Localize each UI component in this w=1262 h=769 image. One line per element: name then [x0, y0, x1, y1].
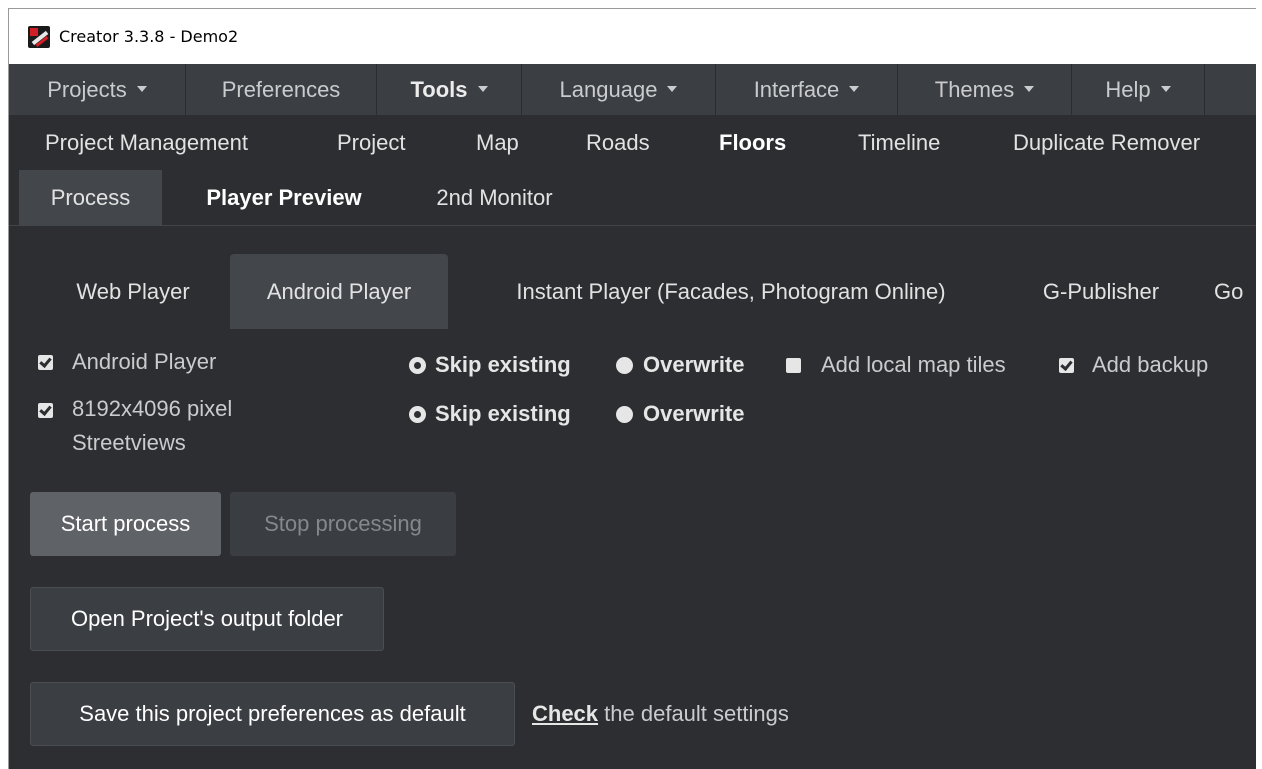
menu-projects-label: Projects [47, 76, 127, 102]
tab-player-preview[interactable]: Player Preview [179, 170, 389, 226]
process-tabs: Process Player Preview 2nd Monitor [9, 170, 1256, 226]
menu-preferences[interactable]: Preferences [186, 64, 377, 115]
streetviews-label-line2: Streetviews [72, 430, 186, 455]
add-backup-checkbox[interactable] [1059, 357, 1074, 373]
overwrite-option-1[interactable]: Overwrite [616, 352, 745, 378]
tab-android-player[interactable]: Android Player [230, 254, 448, 329]
streetviews-option[interactable]: 8192x4096 pixel Streetviews [38, 396, 232, 460]
window-title: Creator 3.3.8 - Demo2 [59, 27, 239, 46]
subnav-project-management[interactable]: Project Management [45, 130, 248, 156]
streetviews-checkbox[interactable] [38, 403, 53, 418]
skip-existing-radio-2[interactable] [409, 405, 426, 423]
player-tabs: Web Player Android Player Instant Player… [9, 254, 1256, 329]
menu-tools[interactable]: Tools [377, 64, 522, 115]
chevron-down-icon [1160, 85, 1171, 92]
stop-processing-button[interactable]: Stop processing [230, 492, 456, 556]
add-local-map-tiles-option[interactable]: Add local map tiles [786, 352, 1006, 378]
streetviews-label-line1: 8192x4096 pixel [72, 396, 233, 421]
chevron-down-icon [1024, 85, 1035, 92]
tab-g-publisher-label: G-Publisher [1042, 278, 1160, 304]
menu-language-label: Language [559, 76, 658, 102]
tab-instant-player-label: Instant Player (Facades, Photogram Onlin… [516, 278, 946, 304]
menu-themes[interactable]: Themes [898, 64, 1072, 115]
android-player-label: Android Player [72, 349, 217, 374]
add-backup-label: Add backup [1092, 352, 1209, 377]
tab-player-preview-label: Player Preview [206, 185, 362, 210]
menu-interface[interactable]: Interface [716, 64, 898, 115]
subnav-timeline[interactable]: Timeline [858, 130, 940, 156]
main-menu-bar: Projects Preferences Tools Language Inte… [9, 64, 1256, 115]
title-bar: Creator 3.3.8 - Demo2 [9, 9, 1256, 64]
start-process-button[interactable]: Start process [30, 492, 221, 556]
subnav-duplicate-remover[interactable]: Duplicate Remover [1013, 130, 1200, 156]
overwrite-label-2: Overwrite [643, 401, 745, 426]
chevron-down-icon [477, 85, 488, 92]
skip-existing-label-1: Skip existing [435, 352, 571, 377]
chevron-down-icon [136, 85, 147, 92]
overwrite-radio-2[interactable] [616, 405, 633, 423]
app-window: Creator 3.3.8 - Demo2 Projects Preferenc… [8, 8, 1256, 769]
tab-process-label: Process [50, 185, 131, 210]
menu-themes-label: Themes [934, 76, 1015, 102]
menu-tools-label: Tools [410, 76, 468, 102]
check-line-text: the default settings [598, 701, 789, 726]
chevron-down-icon [849, 85, 860, 92]
menu-language[interactable]: Language [522, 64, 716, 115]
skip-existing-option-1[interactable]: Skip existing [409, 352, 571, 378]
streetviews-label-wrap: 8192x4096 pixel Streetviews [72, 392, 232, 460]
subnav-map[interactable]: Map [476, 130, 519, 156]
tab-go-label: Go [1214, 278, 1244, 304]
tab-android-player-label: Android Player [266, 278, 412, 304]
tab-go[interactable]: Go [1214, 254, 1256, 329]
menu-help[interactable]: Help [1072, 64, 1205, 115]
tab-2nd-monitor-label: 2nd Monitor [436, 185, 553, 210]
menu-projects[interactable]: Projects [9, 64, 186, 115]
skip-existing-label-2: Skip existing [435, 401, 571, 426]
tab-2nd-monitor[interactable]: 2nd Monitor [417, 170, 572, 226]
overwrite-radio-1[interactable] [616, 356, 633, 374]
skip-existing-option-2[interactable]: Skip existing [409, 401, 571, 427]
add-backup-option[interactable]: Add backup [1059, 352, 1208, 378]
skip-existing-radio-1[interactable] [409, 356, 426, 374]
overwrite-option-2[interactable]: Overwrite [616, 401, 745, 427]
check-default-settings: Check the default settings [532, 701, 789, 727]
check-link[interactable]: Check [532, 701, 598, 726]
add-local-map-tiles-checkbox[interactable] [786, 357, 801, 373]
android-player-checkbox[interactable] [38, 354, 53, 370]
tab-web-player-label: Web Player [76, 278, 190, 304]
menu-help-label: Help [1105, 76, 1151, 102]
subnav-roads[interactable]: Roads [586, 130, 650, 156]
android-player-option[interactable]: Android Player [38, 349, 216, 375]
tab-instant-player[interactable]: Instant Player (Facades, Photogram Onlin… [471, 254, 991, 329]
subnav-project[interactable]: Project [337, 130, 405, 156]
app-logo-icon [28, 25, 50, 48]
tab-process[interactable]: Process [19, 170, 162, 226]
add-local-map-tiles-label: Add local map tiles [821, 352, 1006, 377]
open-output-folder-button[interactable]: Open Project's output folder [30, 587, 384, 651]
subnav-floors[interactable]: Floors [719, 130, 786, 156]
tab-g-publisher[interactable]: G-Publisher [1011, 254, 1191, 329]
save-default-button[interactable]: Save this project preferences as default [30, 682, 515, 746]
overwrite-label-1: Overwrite [643, 352, 745, 377]
menu-interface-label: Interface [753, 76, 840, 102]
menu-preferences-label: Preferences [221, 76, 341, 102]
tab-web-player[interactable]: Web Player [47, 254, 219, 329]
tools-subnav: Project Management Project Map Roads Flo… [9, 115, 1256, 170]
chevron-down-icon [667, 85, 678, 92]
